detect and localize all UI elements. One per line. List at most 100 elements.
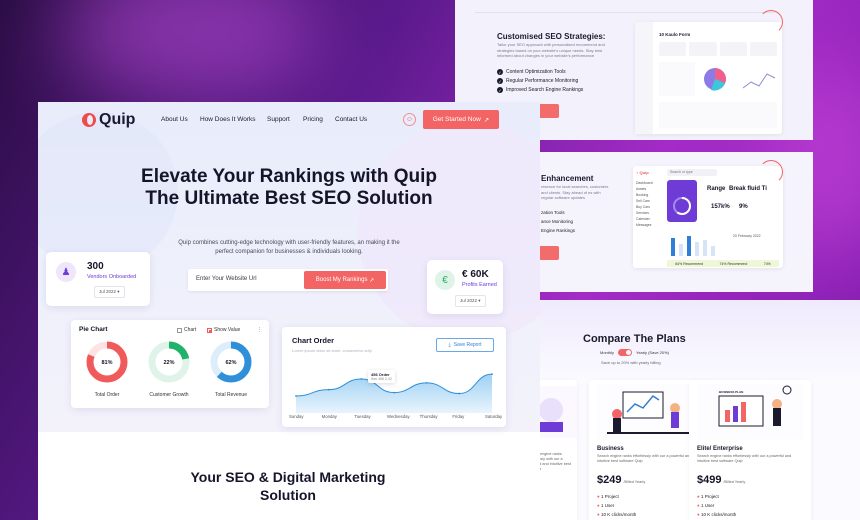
elite-illustration: [697, 384, 803, 440]
plans-save-note: Save up to 20% with yearly billing: [601, 360, 661, 365]
profits-value: € 60K: [462, 269, 489, 280]
plan-price: $249 /Billed Yearly: [597, 474, 646, 486]
divider: [475, 12, 775, 13]
nav-link-contact[interactable]: Contact Us: [335, 116, 367, 123]
donut-label: Customer Growth: [149, 392, 189, 398]
check-icon: ✓: [497, 87, 503, 93]
chevron-down-icon: ▾: [117, 289, 120, 294]
dashboard-charts: [659, 62, 776, 96]
profits-period-select[interactable]: Jul 2022 ▾: [455, 295, 486, 307]
nav-link-about[interactable]: About Us: [161, 116, 188, 123]
vendors-count: 300: [87, 261, 104, 272]
data-point: [327, 388, 330, 391]
brand-logo[interactable]: Quip: [82, 111, 135, 129]
billing-toggle[interactable]: Monthly Yearly (Save 20%): [600, 349, 669, 356]
x-axis-label: Monday: [321, 414, 337, 419]
seo-panel-title: Customised SEO Strategies:: [497, 32, 606, 41]
pie-chart-title: Pie Chart: [79, 326, 108, 333]
chart-order-card: Chart Order Lorem ipsum dolor sit amet, …: [282, 327, 506, 427]
feature-item: ✓ Content Optimization Tools: [497, 69, 566, 75]
plan-desc: Search engine ranks effortlessly with ou…: [597, 454, 692, 463]
boost-rankings-button[interactable]: Boost My Rankings ↗: [304, 271, 386, 289]
decor-arc: [759, 10, 783, 34]
plan-feature: ● 1 User: [597, 503, 615, 508]
donut-value: 62%: [225, 360, 236, 366]
nav-link-support[interactable]: Support: [267, 116, 290, 123]
profits-label: Profits Earned: [462, 282, 497, 288]
plan-price: $499 /Billed Yearly: [697, 474, 746, 486]
check-icon: ✓: [497, 78, 503, 84]
download-icon: ⤓: [448, 342, 451, 348]
dash-range-value: 157k%: [711, 204, 730, 210]
feature-item: Engine Rankings: [541, 228, 576, 233]
check-icon: ●: [597, 512, 600, 517]
chart-checkbox[interactable]: Chart: [177, 327, 196, 333]
feature-item: ✓ Improved Search Engine Rankings: [497, 87, 584, 93]
hero-title: Elevate Your Rankings with Quip The Ulti…: [141, 166, 437, 209]
plan-feature: ● 10 K clicks/month: [597, 512, 637, 517]
dash-range: Range: [707, 186, 726, 192]
plan-feature: ● 10 K clicks/month: [697, 512, 737, 517]
show-value-checkbox[interactable]: Show Value: [207, 327, 240, 333]
hero-subtitle: Quip combines cutting-edge technology wi…: [178, 240, 400, 255]
dashboard-title: 10 Kaulo Form: [659, 32, 691, 37]
quip-logo-icon: [82, 113, 96, 127]
dash-search[interactable]: Search or type: [667, 169, 717, 176]
landing-page-card: Quip About Us How Does It Works Support …: [38, 102, 540, 520]
x-axis-label: Tuesday: [354, 414, 371, 419]
arrow-up-right-icon: ↗: [483, 116, 490, 124]
check-icon: ●: [597, 503, 600, 508]
website-url-form: Enter Your Website Url Boost My Rankings…: [188, 269, 388, 291]
check-icon: ●: [697, 503, 700, 508]
data-point: [295, 395, 297, 397]
seo-feature-list: ✓ Content Optimization Tools ✓ Regular Per…: [497, 66, 583, 93]
dashboard-mockup: 10 Kaulo Form: [635, 22, 782, 134]
dash-bottom-stats: 64% Recommend 74% Recommend 74%: [667, 260, 779, 267]
illustration-label: BUSINESS PLAN: [719, 390, 744, 394]
data-point: [360, 378, 363, 380]
donut-label: Total Revenue: [215, 392, 247, 398]
donut-value: 22%: [163, 360, 174, 366]
check-icon: ●: [697, 494, 700, 499]
decor-arc: [759, 160, 783, 184]
arrow-up-right-icon: ↗: [369, 277, 375, 284]
dash-break-fluid: Break fluid Ti: [729, 186, 767, 192]
plan-feature: ● 1 User: [697, 503, 715, 508]
plan-desc: Search engine ranks effortlessly with ou…: [697, 454, 792, 463]
data-point: [491, 373, 493, 376]
plan-name: Elite/ Enterprise: [697, 446, 743, 452]
website-url-input[interactable]: Enter Your Website Url: [196, 276, 257, 282]
plan-name: Business: [597, 446, 624, 452]
vendors-period-select[interactable]: Jul 2022 ▾: [94, 286, 125, 298]
plans-title: Compare The Plans: [583, 333, 686, 345]
plan-features: ● 1 Project ● 1 User ● 10 K clicks/month: [697, 492, 736, 519]
dashboard-table: [659, 102, 777, 128]
get-started-button[interactable]: Get Started Now ↗: [423, 110, 499, 129]
nav-link-how-it-works[interactable]: How Does It Works: [200, 116, 256, 123]
brand-name: Quip: [99, 111, 136, 128]
dash-feature-card: [667, 180, 697, 222]
x-axis-label: Friday: [452, 414, 465, 419]
plan-feature: ● 1 Project: [597, 494, 619, 499]
feature-item: ✓ Regular Performance Monitoring: [497, 78, 579, 84]
order-area-chart: [295, 373, 493, 413]
x-axis-label: Wednesday: [387, 414, 410, 419]
plan-card-elite: BUSINESS PLAN Elite/ Enterprise Search e…: [689, 380, 811, 520]
pie-chart-card: Pie Chart Chart Show Value ⋮ 81% 22% 62% T…: [71, 320, 269, 408]
check-icon: ●: [697, 512, 700, 517]
profits-stat-card: € € 60K Profits Earned Jul 2022 ▾: [427, 260, 503, 314]
plan-feature: ● 1 Project: [697, 494, 719, 499]
data-point: [425, 381, 428, 384]
enh-panel-title: Enhancement: [541, 174, 594, 183]
nav-link-pricing[interactable]: Pricing: [303, 116, 323, 123]
more-options-icon[interactable]: ⋮: [257, 327, 262, 333]
chart-tooltip: 456 Order Sen 456 2,42: [368, 370, 395, 383]
user-icon[interactable]: ☺: [403, 113, 416, 126]
toggle-switch[interactable]: [618, 349, 633, 356]
save-report-button[interactable]: ⤓ Save Report: [436, 338, 494, 352]
users-icon: ♟: [56, 262, 76, 282]
check-icon: ●: [597, 494, 600, 499]
feature-item: ance Monitoring: [541, 219, 574, 224]
data-point: [393, 391, 395, 394]
enh-panel-button[interactable]: [539, 246, 559, 260]
